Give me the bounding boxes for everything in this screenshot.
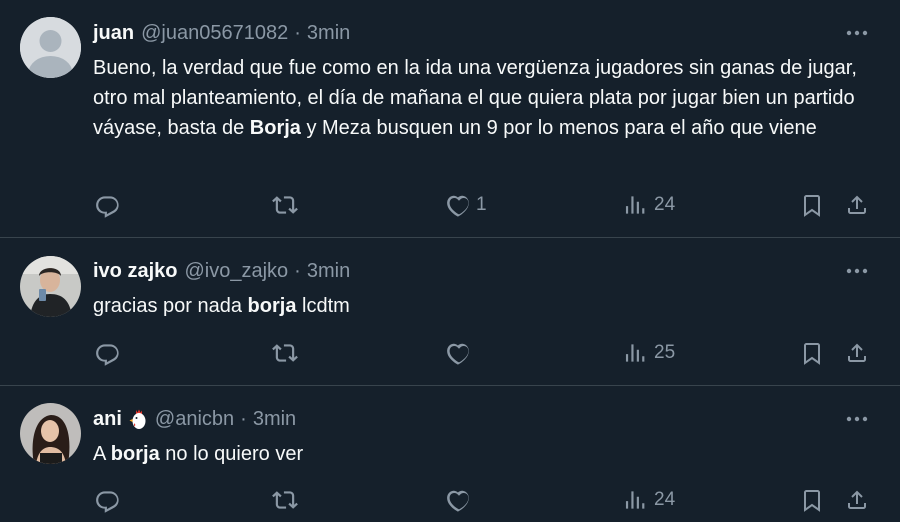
- more-button[interactable]: [845, 24, 869, 42]
- share-icon: [848, 490, 866, 509]
- display-name[interactable]: ani: [93, 408, 122, 431]
- views-button[interactable]: 25: [624, 338, 675, 368]
- view-count: 24: [654, 489, 676, 510]
- reply-button[interactable]: [95, 485, 121, 515]
- more-icon: [846, 268, 868, 274]
- chicken-emoji: [128, 408, 148, 430]
- user-handle[interactable]: @anicbn: [155, 408, 234, 431]
- views-icon: [625, 491, 645, 509]
- default-avatar-icon: [20, 17, 81, 78]
- view-count: 24: [654, 194, 676, 215]
- profile-photo: [20, 256, 81, 317]
- tweet-text: Bueno, la verdad que fue como en la ida …: [93, 53, 883, 143]
- reply-icon: [96, 491, 119, 513]
- views-button[interactable]: 24: [624, 190, 675, 220]
- more-icon: [846, 30, 868, 36]
- views-icon: [625, 344, 645, 362]
- reply-icon: [96, 344, 119, 366]
- text-segment: lcdtm: [296, 295, 350, 317]
- share-button[interactable]: [845, 338, 869, 368]
- more-button[interactable]: [845, 262, 869, 280]
- tweet-text: A borja no lo quiero ver: [93, 439, 883, 469]
- bookmark-icon: [804, 195, 820, 217]
- like-button[interactable]: 1: [446, 190, 487, 220]
- heart-icon: [447, 343, 469, 365]
- avatar[interactable]: [20, 403, 81, 464]
- share-icon: [848, 343, 866, 362]
- views-icon: [625, 196, 645, 214]
- retweet-button[interactable]: [272, 190, 298, 220]
- bookmark-button[interactable]: [800, 338, 824, 368]
- user-handle[interactable]: @ivo_zajko: [184, 260, 288, 283]
- tweet-text: gracias por nada borja lcdtm: [93, 291, 883, 321]
- display-name[interactable]: juan: [93, 22, 134, 45]
- text-segment: no lo quiero ver: [159, 443, 304, 465]
- heart-icon: [447, 490, 469, 512]
- reply-button[interactable]: [95, 190, 121, 220]
- bookmark-button[interactable]: [800, 485, 824, 515]
- tweet[interactable]: ani @anicbn · 3min A borja no lo quiero …: [0, 385, 900, 522]
- text-segment: y Meza busquen un 9 por lo menos para el…: [300, 117, 817, 139]
- highlighted-keyword: Borja: [249, 117, 301, 139]
- separator-dot: ·: [240, 407, 247, 430]
- avatar[interactable]: [20, 256, 81, 317]
- bookmark-icon: [804, 343, 820, 365]
- action-bar: 25: [0, 338, 900, 368]
- highlighted-keyword: borja: [110, 443, 160, 465]
- retweet-button[interactable]: [272, 485, 298, 515]
- like-button[interactable]: [446, 485, 476, 515]
- highlighted-keyword: borja: [247, 295, 297, 317]
- display-name[interactable]: ivo zajko: [93, 260, 177, 283]
- heart-icon: [447, 195, 469, 217]
- bookmark-button[interactable]: [800, 190, 824, 220]
- share-button[interactable]: [845, 190, 869, 220]
- profile-photo: [20, 403, 81, 464]
- timestamp[interactable]: 3min: [307, 22, 350, 45]
- action-bar: 24: [0, 485, 900, 515]
- reply-icon: [96, 196, 119, 218]
- text-segment: A: [93, 443, 111, 465]
- retweet-icon: [272, 491, 298, 509]
- retweet-button[interactable]: [272, 338, 298, 368]
- tweet-header: ani @anicbn · 3min: [93, 406, 296, 432]
- like-count: 1: [476, 194, 487, 215]
- more-icon: [846, 416, 868, 422]
- share-button[interactable]: [845, 485, 869, 515]
- user-handle[interactable]: @juan05671082: [141, 22, 288, 45]
- more-button[interactable]: [845, 410, 869, 428]
- separator-dot: ·: [294, 259, 301, 282]
- separator-dot: ·: [294, 21, 301, 44]
- reply-button[interactable]: [95, 338, 121, 368]
- avatar[interactable]: [20, 17, 81, 78]
- tweet[interactable]: juan @juan05671082 · 3min Bueno, la verd…: [0, 0, 900, 238]
- view-count: 25: [654, 342, 676, 363]
- retweet-icon: [272, 344, 298, 362]
- chicken-icon: [129, 409, 146, 429]
- action-bar: 1 24: [0, 190, 900, 220]
- like-button[interactable]: [446, 338, 476, 368]
- tweet-header: juan @juan05671082 · 3min: [93, 20, 350, 46]
- timestamp[interactable]: 3min: [253, 408, 296, 431]
- bookmark-icon: [804, 490, 820, 512]
- tweet[interactable]: ivo zajko @ivo_zajko · 3min gracias por …: [0, 237, 900, 386]
- share-icon: [848, 195, 866, 214]
- text-segment: gracias por nada: [93, 295, 248, 317]
- views-button[interactable]: 24: [624, 485, 675, 515]
- retweet-icon: [272, 196, 298, 214]
- timestamp[interactable]: 3min: [307, 260, 350, 283]
- tweet-header: ivo zajko @ivo_zajko · 3min: [93, 258, 350, 284]
